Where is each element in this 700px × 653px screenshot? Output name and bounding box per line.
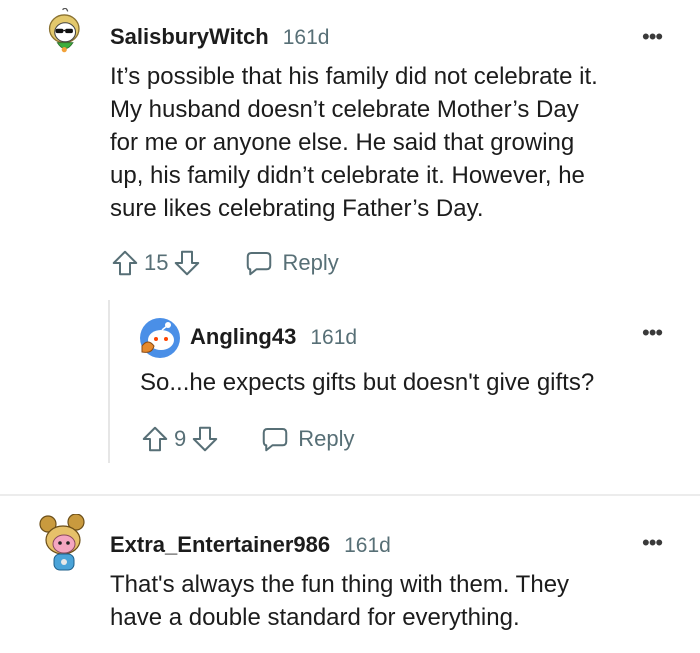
downvote-icon[interactable]	[172, 248, 202, 278]
comment-body: So...he expects gifts but doesn't give g…	[140, 366, 594, 399]
comment-author[interactable]: SalisburyWitch	[110, 24, 269, 50]
upvote-icon[interactable]	[110, 248, 140, 278]
comment-text-line: up, his family didn’t celebrate it. Howe…	[110, 162, 585, 189]
comment-text-line: My husband doesn’t celebrate Mother’s Da…	[110, 96, 579, 123]
comment-text-line: It’s possible that his family did not ce…	[110, 63, 598, 90]
comment-text-line: have a double standard for everything.	[110, 604, 520, 631]
comment-timestamp: 161d	[344, 534, 391, 557]
comment-text-line: That's always the fun thing with them. T…	[110, 571, 570, 598]
vote-count: 9	[174, 426, 187, 451]
vote-count: 15	[144, 250, 169, 275]
comment-timestamp: 161d	[282, 26, 330, 49]
user-avatar[interactable]	[40, 8, 92, 60]
reply-label: Reply	[298, 426, 355, 451]
reply-label: Reply	[282, 250, 339, 275]
more-options-icon[interactable]: •••	[642, 24, 663, 50]
downvote-icon[interactable]	[190, 424, 220, 454]
comment-text-line: So...he expects gifts but doesn't give g…	[140, 369, 595, 396]
comment-text-line: for me or anyone else. He said that grow…	[110, 129, 575, 156]
comment-body: That's always the fun thing with them. T…	[110, 568, 569, 634]
thread-line[interactable]	[108, 300, 110, 463]
comment-bubble-icon	[263, 428, 288, 452]
comment-author[interactable]: Extra_Entertainer986	[110, 532, 330, 558]
comment-text-line: sure likes celebrating Father’s Day.	[110, 195, 484, 222]
comment-actions: 9 Reply	[140, 424, 355, 454]
reply-button[interactable]: Reply	[244, 248, 339, 278]
more-options-icon[interactable]: •••	[642, 320, 663, 346]
comment-divider	[0, 494, 700, 496]
comment-author[interactable]: Angling43	[190, 324, 296, 350]
comment-body: It’s possible that his family did not ce…	[110, 60, 598, 225]
comment-bubble-icon	[247, 252, 272, 276]
user-avatar[interactable]	[138, 316, 182, 360]
user-avatar[interactable]	[36, 514, 92, 576]
more-options-icon[interactable]: •••	[642, 530, 663, 556]
comment-actions: 15 Reply	[110, 248, 339, 278]
reply-button[interactable]: Reply	[260, 424, 355, 454]
comment-timestamp: 161d	[310, 326, 358, 349]
upvote-icon[interactable]	[140, 424, 170, 454]
